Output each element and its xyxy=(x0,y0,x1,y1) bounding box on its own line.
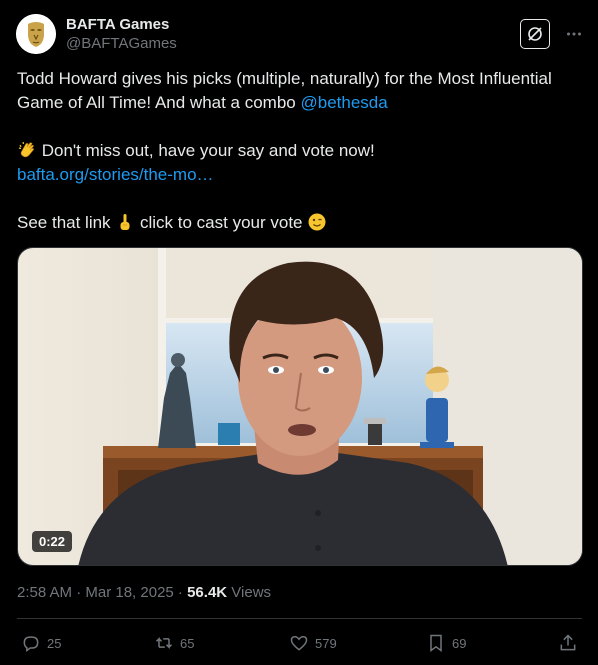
post-header: BAFTA Games @BAFTAGames xyxy=(16,12,586,56)
reply-button[interactable]: 25 xyxy=(21,633,61,653)
like-count: 579 xyxy=(315,635,337,651)
reply-count: 25 xyxy=(47,635,62,651)
bookmark-button[interactable]: 69 xyxy=(426,633,466,653)
article-link[interactable]: bafta.org/stories/the-mo… xyxy=(17,165,214,184)
post-text-line3b: click to cast your vote xyxy=(135,213,308,232)
avatar[interactable] xyxy=(16,14,56,54)
mention-link[interactable]: @bethesda xyxy=(300,93,387,112)
like-button[interactable]: 579 xyxy=(289,633,337,653)
post-meta: 2:58 AM · Mar 18, 2025 · 56.4K Views xyxy=(17,583,271,603)
more-icon xyxy=(567,32,581,36)
pointing-up-emoji-icon xyxy=(120,214,130,230)
winking-face-emoji-icon xyxy=(308,213,326,231)
post-timestamp[interactable]: 2:58 AM · Mar 18, 2025 · xyxy=(17,584,187,601)
repost-icon xyxy=(155,637,173,649)
grok-button[interactable] xyxy=(520,19,550,49)
post-text-line2: Don't miss out, have your say and vote n… xyxy=(37,141,375,160)
video-duration: 0:22 xyxy=(32,531,73,552)
post-text-line3a: See that link xyxy=(17,213,116,232)
divider xyxy=(17,618,582,619)
share-button[interactable] xyxy=(558,633,578,653)
clapping-hands-emoji-icon xyxy=(18,141,34,158)
more-button[interactable] xyxy=(562,22,586,46)
handle[interactable]: @BAFTAGames xyxy=(66,34,177,54)
post-text-line1: Todd Howard gives his picks (multiple, n… xyxy=(17,69,552,112)
bookmark-icon xyxy=(430,634,442,652)
video-thumbnail xyxy=(18,248,582,565)
repost-button[interactable]: 65 xyxy=(154,633,194,653)
bafta-mask-logo-icon xyxy=(16,14,56,54)
display-name[interactable]: BAFTA Games xyxy=(66,15,177,34)
share-icon xyxy=(560,634,576,651)
heart-icon xyxy=(290,635,308,651)
views-label: Views xyxy=(227,584,272,601)
action-bar: 25 65 579 69 xyxy=(17,630,582,656)
repost-count: 65 xyxy=(180,635,195,651)
views-count: 56.4K xyxy=(187,584,228,601)
video-player[interactable]: 0:22 xyxy=(17,247,583,566)
bookmark-count: 69 xyxy=(452,635,467,651)
grok-icon xyxy=(528,27,542,41)
post-text: Todd Howard gives his picks (multiple, n… xyxy=(17,67,587,235)
reply-icon xyxy=(23,636,39,652)
